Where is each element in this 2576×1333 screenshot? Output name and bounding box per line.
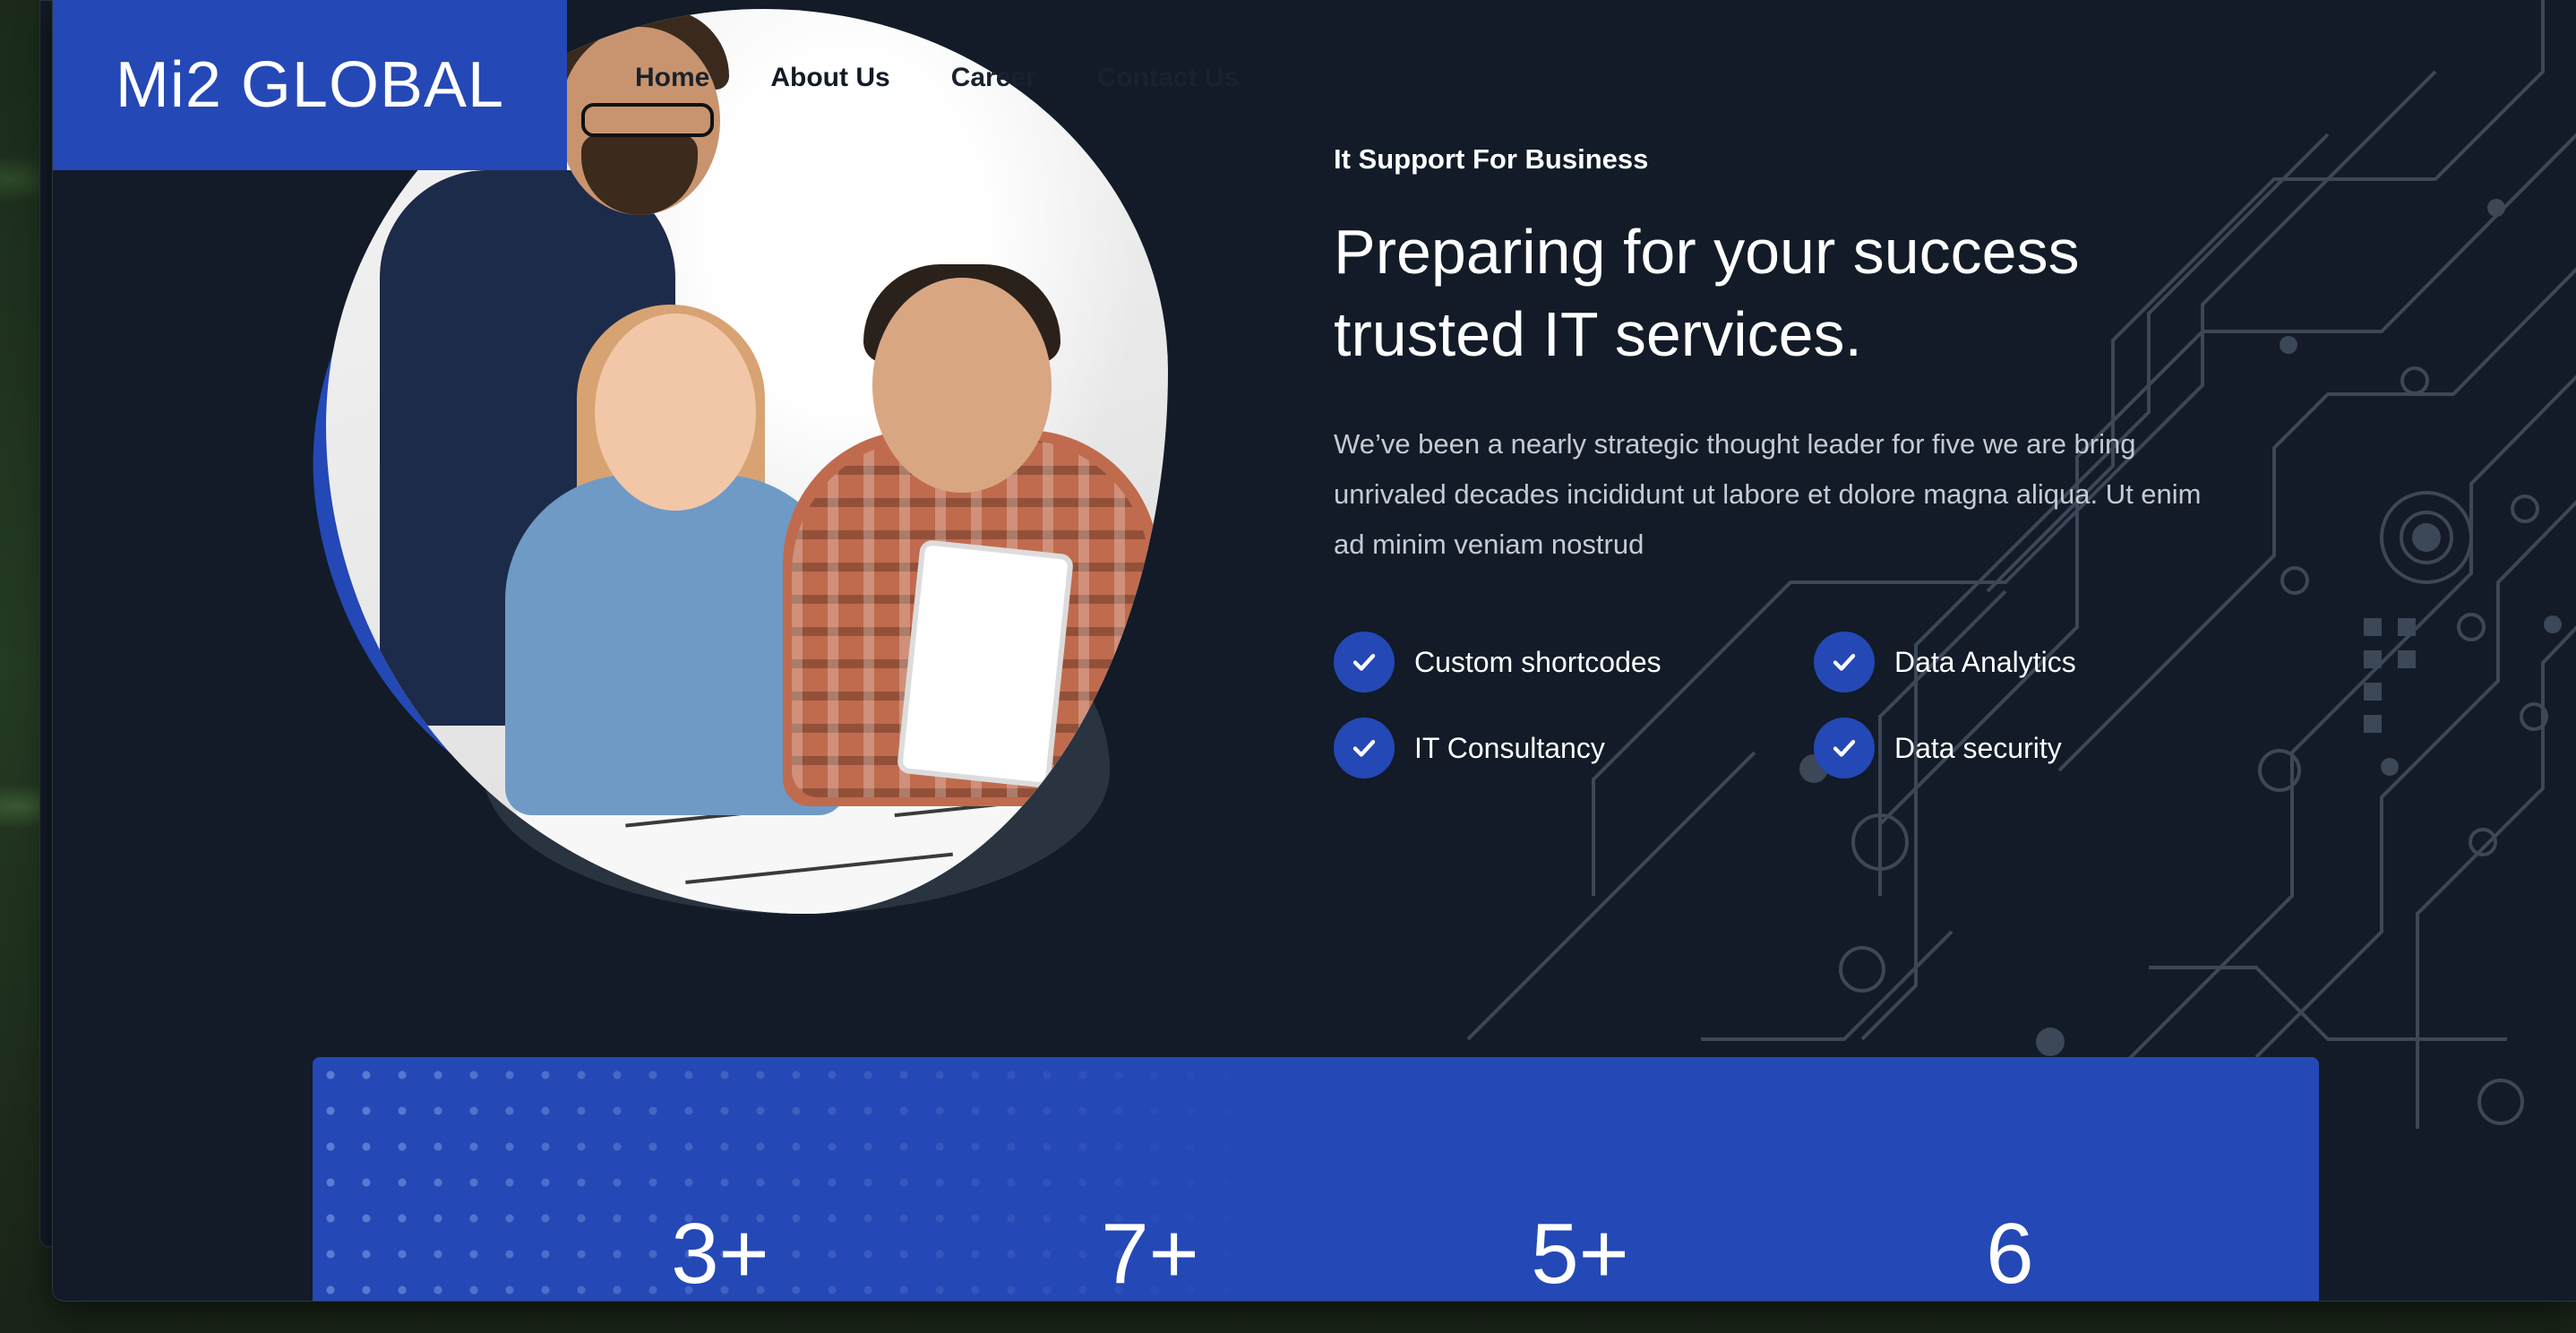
check-icon bbox=[1334, 718, 1395, 778]
feature-it-consultancy: IT Consultancy bbox=[1334, 718, 1605, 778]
hero-description: We’ve been a nearly strategic thought le… bbox=[1334, 428, 2202, 560]
nav-career[interactable]: Career bbox=[951, 63, 1036, 93]
main-nav: Home About Us Career Contact Us bbox=[635, 63, 1239, 93]
stat-value-2: 7+ bbox=[1101, 1206, 1199, 1302]
browser-page: Mi2 GLOBAL Home About Us Career Contact … bbox=[52, 0, 2576, 1302]
stat-value-4: 6 bbox=[1986, 1206, 2034, 1302]
site-logo[interactable]: Mi2 GLOBAL bbox=[53, 0, 567, 170]
feature-label: IT Consultancy bbox=[1414, 731, 1605, 764]
nav-about-us[interactable]: About Us bbox=[770, 63, 889, 93]
feature-label: Custom shortcodes bbox=[1414, 645, 1662, 678]
feature-label: Data Analytics bbox=[1894, 645, 2076, 678]
check-icon bbox=[1814, 632, 1875, 692]
feature-data-analytics: Data Analytics bbox=[1814, 632, 2076, 692]
check-icon bbox=[1334, 632, 1395, 692]
stat-value-3: 5+ bbox=[1531, 1206, 1629, 1302]
feature-custom-shortcodes: Custom shortcodes bbox=[1334, 632, 1662, 692]
nav-home[interactable]: Home bbox=[635, 63, 709, 93]
feature-data-security: Data security bbox=[1814, 718, 2062, 778]
hero-eyebrow: It Support For Business bbox=[1334, 143, 1649, 175]
nav-contact-us[interactable]: Contact Us bbox=[1097, 63, 1239, 93]
stat-value-1: 3+ bbox=[671, 1206, 769, 1302]
logo-text: Mi2 GLOBAL bbox=[115, 49, 505, 121]
hero-headline-line2: trusted IT services. bbox=[1334, 299, 1863, 369]
hero-headline-line1: Preparing for your success bbox=[1334, 217, 2080, 287]
feature-label: Data security bbox=[1894, 731, 2062, 764]
tablet-device bbox=[896, 538, 1075, 789]
hero-headline: Preparing for your success trusted IT se… bbox=[1334, 211, 2229, 375]
check-icon bbox=[1814, 718, 1875, 778]
stats-band: 3+ 7+ 5+ 6 bbox=[313, 1057, 2319, 1302]
